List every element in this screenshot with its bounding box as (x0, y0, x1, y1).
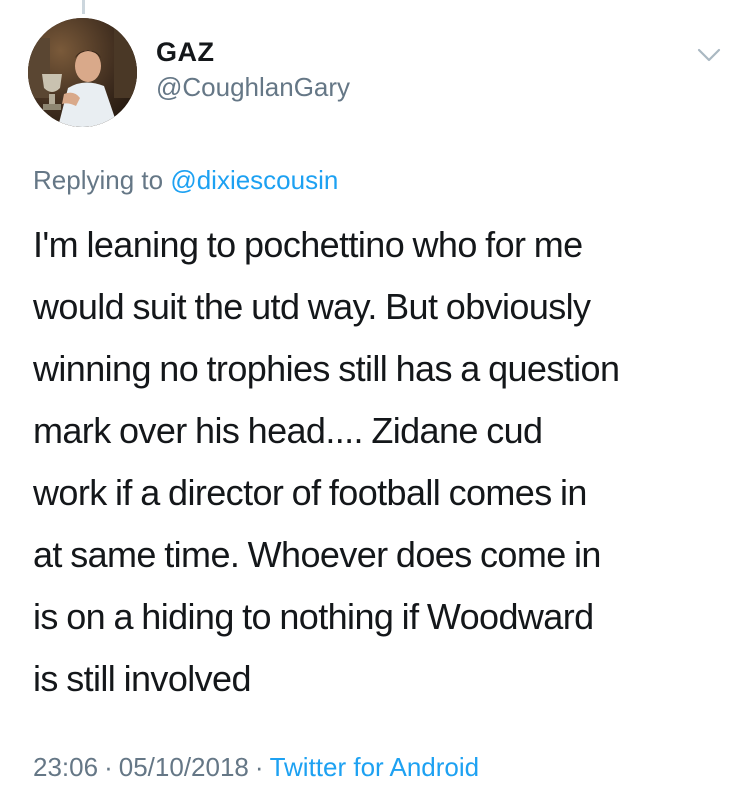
tweet-text-line: is on a hiding to nothing if Woodward (33, 596, 594, 637)
tweet-text-line: is still involved (33, 658, 251, 699)
author-display-name[interactable]: GAZ (156, 36, 350, 68)
replying-to: Replying to @dixiescousin (33, 163, 338, 197)
tweet-text-line: work if a director of football comes in (33, 472, 587, 513)
reply-mention-link[interactable]: @dixiescousin (170, 165, 338, 195)
tweet-text-line: would suit the utd way. But obviously (33, 286, 591, 327)
chevron-down-icon[interactable] (694, 40, 724, 70)
tweet-meta: 23:06 · 05/10/2018 · Twitter for Android (33, 750, 479, 784)
author-header: GAZ @CoughlanGary (156, 36, 350, 104)
meta-separator: · (254, 752, 264, 782)
tweet-text-line: at same time. Whoever does come in (33, 534, 601, 575)
tweet-detail: GAZ @CoughlanGary Replying to @dixiescou… (0, 0, 750, 811)
tweet-text-line: mark over his head.... Zidane cud (33, 410, 543, 451)
avatar[interactable] (28, 18, 137, 127)
author-handle[interactable]: @CoughlanGary (156, 70, 350, 104)
replying-to-label: Replying to (33, 165, 164, 195)
avatar-photo (28, 18, 137, 127)
tweet-source-link[interactable]: Twitter for Android (270, 752, 480, 782)
meta-separator: · (104, 752, 113, 782)
tweet-text-line: winning no trophies still has a question (33, 348, 620, 389)
tweet-time[interactable]: 23:06 (33, 752, 98, 782)
tweet-date[interactable]: 05/10/2018 (119, 752, 249, 782)
tweet-text: I'm leaning to pochettino who for me wou… (33, 214, 733, 710)
tweet-text-line: I'm leaning to pochettino who for me (33, 224, 583, 265)
